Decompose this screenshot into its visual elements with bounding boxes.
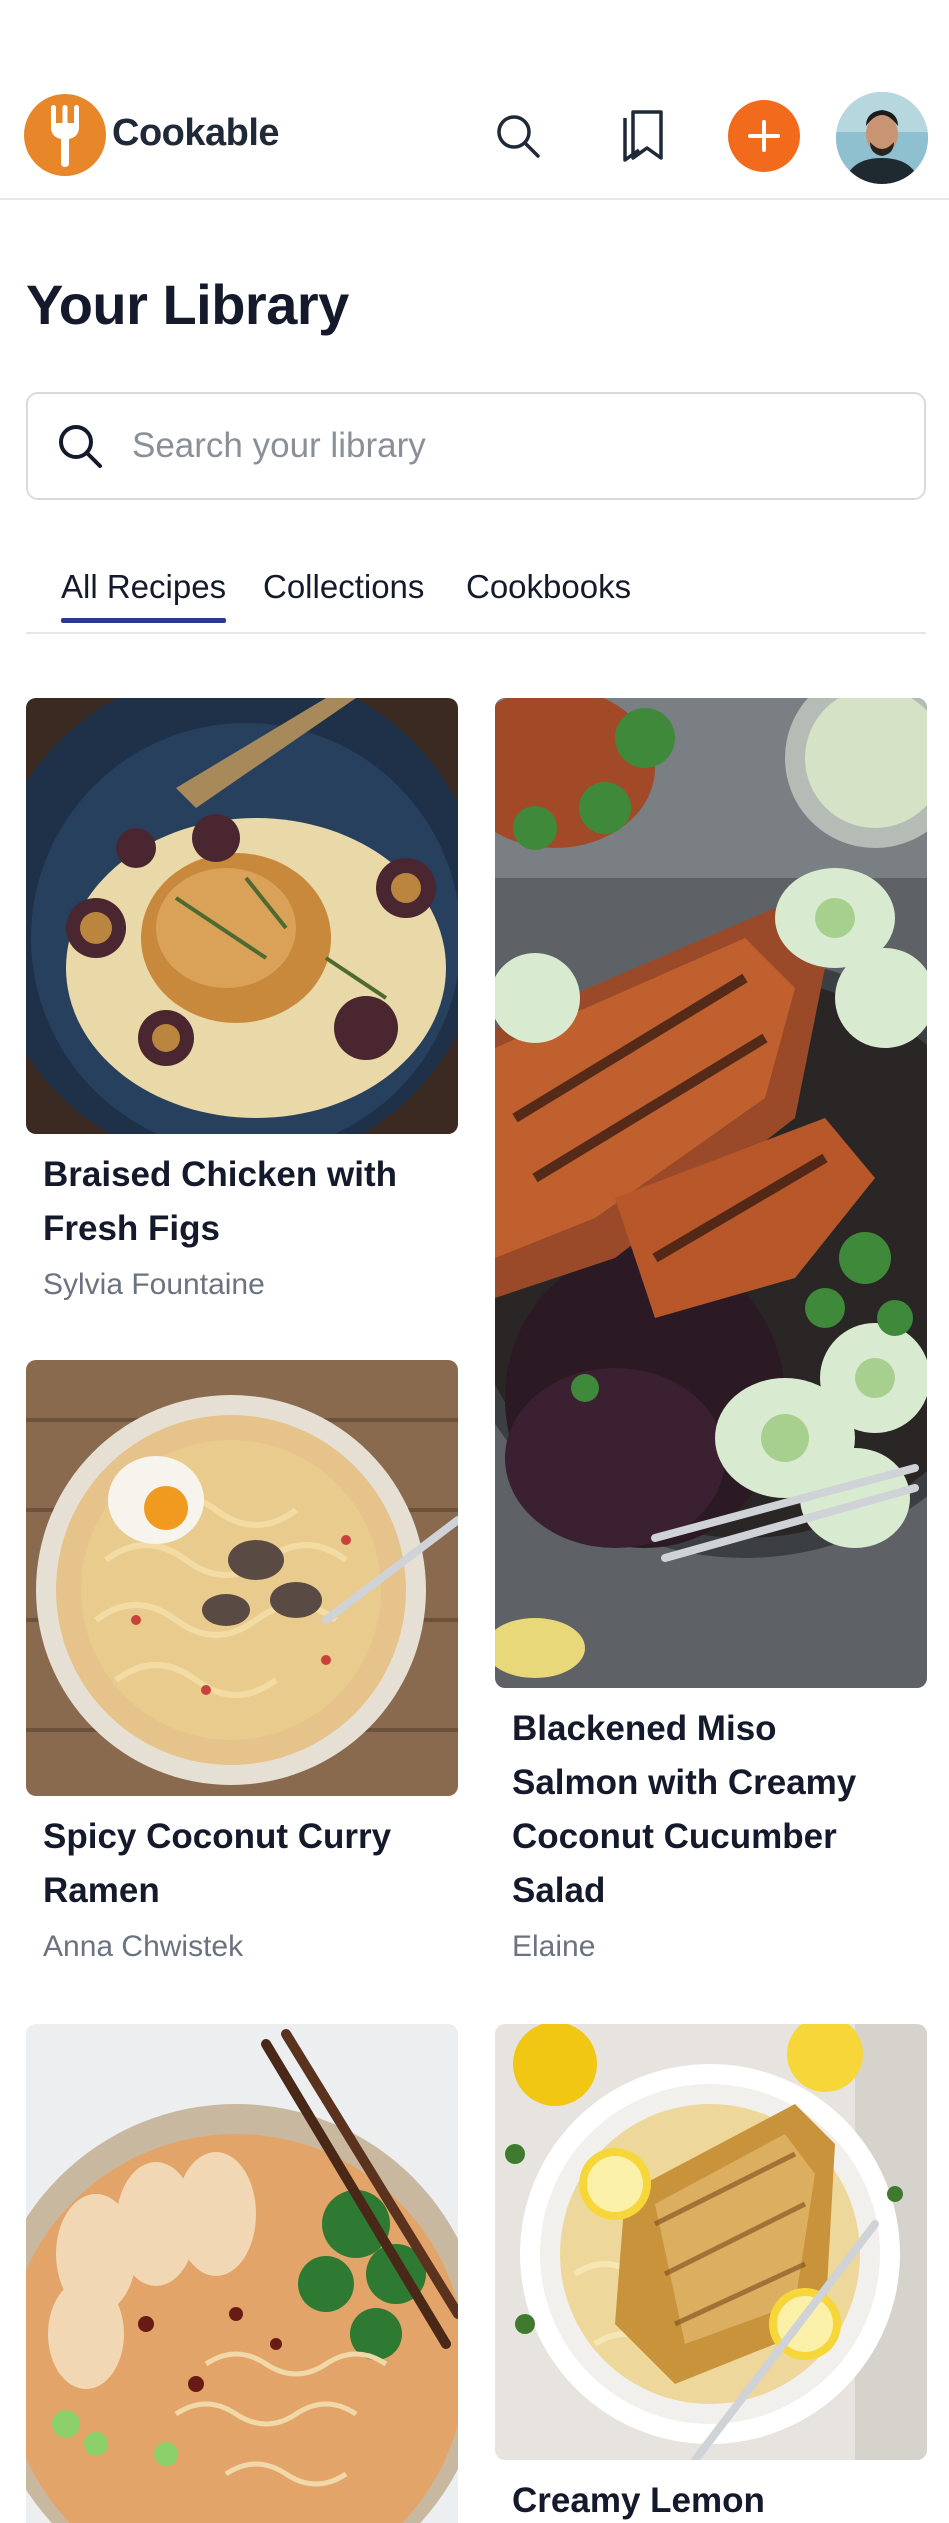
recipe-author: Elaine [512, 1930, 596, 1963]
recipe-title: Fresh Figs [43, 1209, 220, 1248]
recipe-title: Coconut Cucumber [512, 1817, 837, 1856]
plus-icon [748, 120, 780, 152]
recipe-image [26, 698, 458, 1134]
page-title: Your Library [26, 273, 349, 336]
search-icon [59, 425, 102, 468]
recipe-image [26, 1360, 458, 1796]
tab-all-recipes[interactable]: All Recipes [61, 568, 227, 623]
recipe-card[interactable]: Spicy Coconut Curry Ramen Anna Chwistek [26, 1360, 458, 1970]
recipe-card[interactable] [26, 2024, 458, 2523]
recipe-card[interactable]: Braised Chicken with Fresh Figs Sylvia F… [26, 698, 458, 1308]
recipe-image [495, 2024, 927, 2460]
library-tabs: All Recipes Collections Cookbooks [26, 560, 926, 634]
tab-cookbooks[interactable]: Cookbooks [466, 568, 631, 606]
recipe-title: Creamy Lemon [512, 2481, 765, 2520]
recipe-title: Ramen [43, 1871, 160, 1910]
recipe-card[interactable]: Creamy Lemon [495, 2024, 927, 2523]
recipe-title: Blackened Miso [512, 1709, 777, 1748]
bookmarks-icon[interactable] [614, 108, 670, 164]
fork-logo-icon[interactable] [24, 94, 106, 176]
recipe-title: Salmon with Creamy [512, 1763, 857, 1802]
recipe-image [26, 2024, 458, 2523]
recipe-card[interactable]: Blackened Miso Salmon with Creamy Coconu… [495, 698, 927, 1968]
recipe-author: Anna Chwistek [43, 1930, 244, 1963]
recipe-title: Spicy Coconut Curry [43, 1817, 392, 1856]
search-box[interactable] [26, 392, 926, 500]
recipe-author: Sylvia Fountaine [43, 1268, 265, 1301]
search-icon[interactable] [490, 108, 546, 164]
app-name: Cookable [112, 112, 280, 154]
recipe-image [495, 698, 927, 1688]
add-recipe-button[interactable] [728, 100, 800, 172]
app-header: Cookable [0, 70, 949, 200]
avatar[interactable] [836, 92, 928, 184]
recipe-title: Salad [512, 1871, 606, 1910]
tab-collections[interactable]: Collections [263, 568, 424, 606]
recipe-title: Braised Chicken with [43, 1155, 397, 1194]
search-input[interactable] [132, 416, 892, 476]
